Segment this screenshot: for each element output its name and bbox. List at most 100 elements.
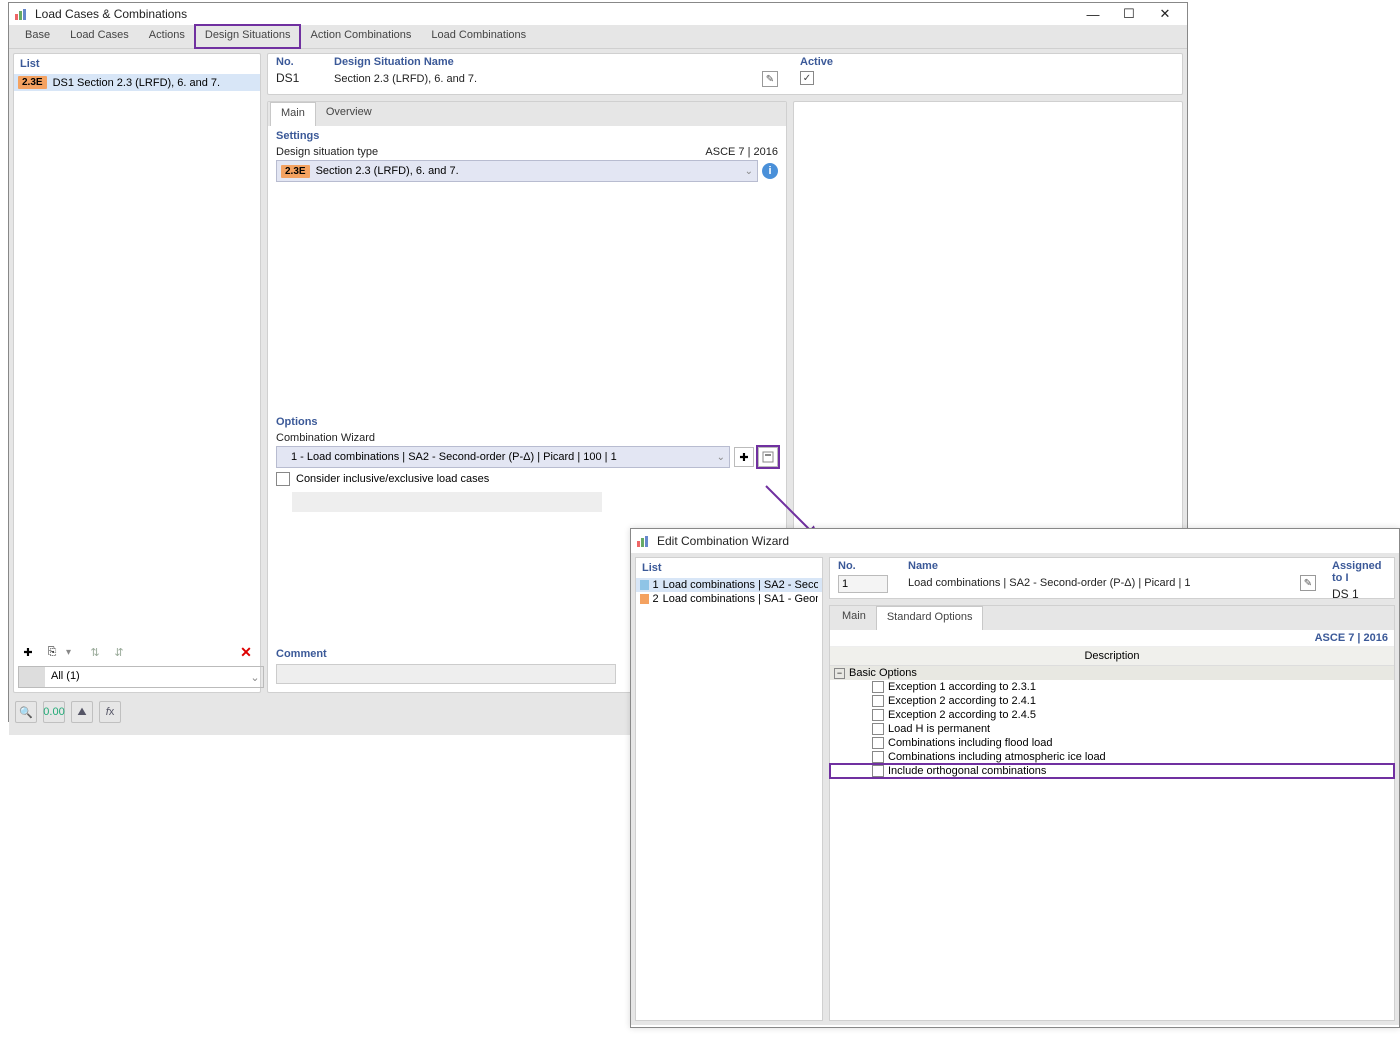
no-label: No. bbox=[276, 56, 318, 68]
main-tabs: BaseLoad CasesActionsDesign SituationsAc… bbox=[9, 25, 1187, 49]
tree-option[interactable]: Load H is permanent bbox=[830, 722, 1394, 736]
tree-option[interactable]: Combinations including flood load bbox=[830, 736, 1394, 750]
group-label: Basic Options bbox=[849, 667, 917, 679]
tool-magnify-icon[interactable]: 🔍 bbox=[15, 701, 37, 723]
inclusive-exclusive-label: Consider inclusive/exclusive load cases bbox=[296, 473, 489, 485]
minimize-button[interactable]: — bbox=[1075, 3, 1111, 25]
sec-inner-tab-main[interactable]: Main bbox=[832, 606, 876, 630]
sort-desc-icon[interactable]: ⇵ bbox=[109, 642, 129, 662]
tool-units-icon[interactable]: 0.00 bbox=[43, 701, 65, 723]
list-item[interactable]: 2.3E DS1 Section 2.3 (LRFD), 6. and 7. bbox=[14, 74, 260, 91]
active-checkbox[interactable]: ✓ bbox=[800, 71, 814, 85]
edit-name-icon[interactable]: ✎ bbox=[762, 71, 778, 87]
sort-asc-icon[interactable]: ⇅ bbox=[85, 642, 105, 662]
app-icon bbox=[635, 533, 651, 549]
left-list-panel: List 2.3E DS1 Section 2.3 (LRFD), 6. and… bbox=[13, 53, 261, 693]
option-checkbox[interactable] bbox=[872, 737, 884, 749]
tree-option[interactable]: Combinations including atmospheric ice l… bbox=[830, 750, 1394, 764]
tree-option[interactable]: Include orthogonal combinations bbox=[830, 764, 1394, 778]
option-label: Include orthogonal combinations bbox=[888, 765, 1046, 777]
collapse-icon[interactable]: − bbox=[834, 668, 845, 679]
description-header: Description bbox=[830, 647, 1394, 666]
tree-option[interactable]: Exception 1 according to 2.3.1 bbox=[830, 680, 1394, 694]
delete-icon[interactable]: ✕ bbox=[236, 642, 256, 662]
standard-label: ASCE 7 | 2016 bbox=[705, 146, 778, 158]
copy-icon[interactable]: ⎘ bbox=[42, 642, 62, 662]
tool-function-icon[interactable]: fx bbox=[99, 701, 121, 723]
option-checkbox[interactable] bbox=[872, 723, 884, 735]
sec-list-item[interactable]: 1 Load combinations | SA2 - Second-or bbox=[636, 578, 822, 592]
inner-tab-overview[interactable]: Overview bbox=[316, 102, 382, 126]
new-icon[interactable]: ✚ bbox=[18, 642, 38, 662]
option-label: Combinations including flood load bbox=[888, 737, 1053, 749]
tab-base[interactable]: Base bbox=[15, 25, 60, 48]
filter-combo[interactable]: All (1) ⌄ bbox=[18, 666, 264, 688]
tab-action-combinations[interactable]: Action Combinations bbox=[300, 25, 421, 48]
option-label: Exception 2 according to 2.4.1 bbox=[888, 695, 1036, 707]
combo-wizard-value: 1 - Load combinations | SA2 - Second-ord… bbox=[291, 451, 617, 463]
option-checkbox[interactable] bbox=[872, 695, 884, 707]
inclusive-exclusive-checkbox[interactable] bbox=[276, 472, 290, 486]
sec-assigned-label: Assigned to I bbox=[1332, 560, 1386, 584]
item-badge: 2.3E bbox=[18, 76, 47, 89]
sec-inner-tab-standard-options[interactable]: Standard Options bbox=[876, 606, 984, 630]
tree-option[interactable]: Exception 2 according to 2.4.5 bbox=[830, 708, 1394, 722]
active-label: Active bbox=[800, 56, 1174, 68]
options-title: Options bbox=[268, 412, 786, 430]
design-situation-type-label: Design situation type bbox=[276, 146, 705, 158]
tab-actions[interactable]: Actions bbox=[139, 25, 195, 48]
tab-load-cases[interactable]: Load Cases bbox=[60, 25, 139, 48]
titlebar: Load Cases & Combinations — ☐ ✕ bbox=[9, 3, 1187, 25]
sec-assigned-value: DS 1 bbox=[1332, 584, 1386, 601]
sec-edit-name-icon[interactable]: ✎ bbox=[1300, 575, 1316, 591]
option-label: Exception 1 according to 2.3.1 bbox=[888, 681, 1036, 693]
new-wizard-icon[interactable]: ✚ bbox=[734, 447, 754, 467]
combo-text: Section 2.3 (LRFD), 6. and 7. bbox=[316, 165, 459, 177]
color-swatch bbox=[640, 580, 649, 590]
sec-header-panel: No. Name Load combinations | SA2 - Secon… bbox=[829, 557, 1395, 599]
header-panel: No. DS1 Design Situation Name Section 2.… bbox=[267, 53, 1183, 95]
option-label: Load H is permanent bbox=[888, 723, 990, 735]
option-checkbox[interactable] bbox=[872, 751, 884, 763]
color-swatch bbox=[640, 594, 649, 604]
inner-tab-main[interactable]: Main bbox=[270, 102, 316, 126]
secondary-title: Edit Combination Wizard bbox=[657, 534, 1395, 548]
sec-no-label: No. bbox=[838, 560, 892, 572]
tab-load-combinations[interactable]: Load Combinations bbox=[421, 25, 536, 48]
option-checkbox[interactable] bbox=[872, 765, 884, 777]
settings-title: Settings bbox=[268, 126, 786, 144]
item-num: 2 bbox=[653, 593, 659, 605]
tool-person-icon[interactable]: ⛰ bbox=[71, 701, 93, 723]
combo-badge: 2.3E bbox=[281, 165, 310, 178]
app-icon bbox=[13, 6, 29, 22]
info-icon[interactable]: i bbox=[762, 163, 778, 179]
maximize-button[interactable]: ☐ bbox=[1111, 3, 1147, 25]
window-title: Load Cases & Combinations bbox=[35, 7, 1075, 21]
name-label: Design Situation Name bbox=[334, 56, 784, 68]
sec-no-input[interactable] bbox=[838, 575, 888, 593]
option-checkbox[interactable] bbox=[872, 709, 884, 721]
item-text: DS1 Section 2.3 (LRFD), 6. and 7. bbox=[53, 77, 221, 89]
no-value: DS1 bbox=[276, 68, 318, 85]
combination-wizard-combo[interactable]: 1 - Load combinations | SA2 - Second-ord… bbox=[276, 446, 730, 468]
comment-input[interactable] bbox=[276, 664, 616, 684]
item-num: 1 bbox=[653, 579, 659, 591]
sec-list-item[interactable]: 2Load combinations | SA1 - Geometric bbox=[636, 592, 822, 606]
left-toolbar: ✚ ⎘ ▾ ⇅ ⇵ ✕ bbox=[14, 638, 260, 666]
close-button[interactable]: ✕ bbox=[1147, 3, 1183, 25]
sec-list-header: List bbox=[636, 558, 822, 578]
sec-name-value: Load combinations | SA2 - Second-order (… bbox=[908, 577, 1191, 589]
combo-wizard-label: Combination Wizard bbox=[276, 432, 778, 444]
tree-option[interactable]: Exception 2 according to 2.4.1 bbox=[830, 694, 1394, 708]
edit-wizard-icon[interactable] bbox=[758, 447, 778, 467]
sec-inner-tabs: MainStandard Options bbox=[830, 606, 1394, 630]
sec-name-label: Name bbox=[908, 560, 1316, 572]
tab-design-situations[interactable]: Design Situations bbox=[195, 25, 301, 48]
name-value: Section 2.3 (LRFD), 6. and 7. bbox=[334, 73, 477, 85]
item-text: Load combinations | SA2 - Second-or bbox=[663, 579, 818, 591]
sec-mid-panel: MainStandard Options ASCE 7 | 2016 Descr… bbox=[829, 605, 1395, 1021]
inner-tabs: MainOverview bbox=[268, 102, 786, 126]
design-situation-type-combo[interactable]: 2.3E Section 2.3 (LRFD), 6. and 7. ⌄ bbox=[276, 160, 758, 182]
tree-group-basic-options[interactable]: − Basic Options bbox=[830, 666, 1394, 680]
option-checkbox[interactable] bbox=[872, 681, 884, 693]
